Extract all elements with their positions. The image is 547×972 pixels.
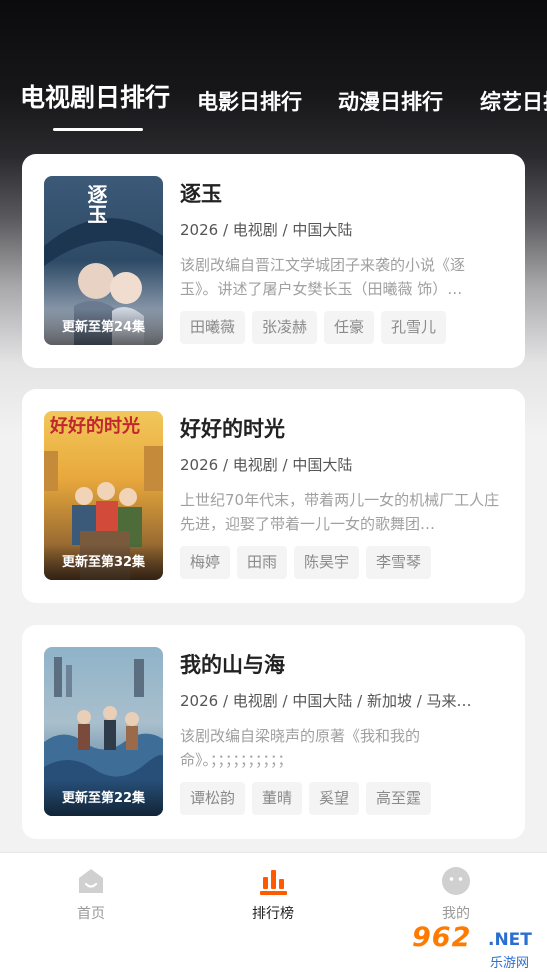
cast-tags: 梅婷 田雨 陈昊宇 李雪琴 bbox=[180, 546, 438, 579]
episode-badge: 更新至第22集 bbox=[61, 791, 146, 806]
tab-tv-daily[interactable]: 电视剧日排行 bbox=[20, 78, 170, 118]
cast-tag[interactable]: 梅婷 bbox=[180, 546, 231, 579]
drama-title[interactable]: 我的山与海 bbox=[180, 649, 285, 679]
drama-description: 该剧改编自晋江文学城团子来袭的小说《逐玉》。讲述了屠户女樊长玉（田曦薇 饰）… bbox=[180, 256, 466, 298]
nav-ranking[interactable]: 排行榜 bbox=[213, 853, 333, 933]
site-watermark: 962 .NET 乐游网 bbox=[412, 920, 547, 972]
drama-meta: 2026 / 电视剧 / 中国大陆 bbox=[180, 221, 353, 239]
home-icon bbox=[79, 869, 103, 893]
watermark-logo: 962 bbox=[412, 922, 472, 953]
drama-title[interactable]: 好好的时光 bbox=[180, 413, 285, 443]
nav-label: 首页 bbox=[77, 906, 105, 922]
poster-image: 好好的时光 更新至第32集 bbox=[44, 411, 163, 580]
episode-badge: 更新至第24集 bbox=[61, 320, 146, 335]
drama-card[interactable]: 逐玉 更新至第24集 逐玉 2026 / 电视剧 / 中国大陆 该剧改编自晋江文… bbox=[22, 154, 525, 368]
cast-tag[interactable]: 陈昊宇 bbox=[294, 546, 360, 579]
cast-tag[interactable]: 田雨 bbox=[237, 546, 288, 579]
drama-meta: 2026 / 电视剧 / 中国大陆 bbox=[180, 456, 353, 474]
tab-anime-daily[interactable]: 动漫日排行 bbox=[338, 82, 443, 122]
profile-icon bbox=[442, 867, 470, 895]
drama-card[interactable]: 好好的时光 更新至第32集 好好的时光 2026 / 电视剧 / 中国大陆 上世… bbox=[22, 389, 525, 603]
cast-tag[interactable]: 董晴 bbox=[252, 782, 303, 815]
drama-title[interactable]: 逐玉 bbox=[180, 178, 222, 208]
drama-description: 上世纪70年代末，带着两儿一女的机械厂工人庄先进，迎娶了带着一儿一女的歌舞团… bbox=[180, 491, 500, 533]
cast-tag[interactable]: 孔雪儿 bbox=[381, 311, 447, 344]
poster-title: 逐玉 bbox=[84, 184, 108, 224]
ranking-icon bbox=[260, 870, 287, 895]
cast-tag[interactable]: 谭松韵 bbox=[180, 782, 246, 815]
poster-image: 更新至第22集 bbox=[44, 647, 163, 816]
nav-label: 排行榜 bbox=[252, 906, 294, 922]
cast-tag[interactable]: 李雪琴 bbox=[366, 546, 432, 579]
ranking-tabs: 电视剧日排行 电影日排行 动漫日排行 综艺日排行 bbox=[0, 78, 547, 138]
cast-tag[interactable]: 田曦薇 bbox=[180, 311, 246, 344]
drama-description: 该剧改编自梁晓声的原著《我和我的命》。；；；；；；；；；； bbox=[180, 727, 421, 769]
watermark-subtitle: 乐游网 bbox=[490, 956, 530, 971]
watermark-domain: .NET bbox=[488, 930, 532, 950]
poster-title: 好好的时光 bbox=[50, 416, 140, 437]
tab-movie-daily[interactable]: 电影日排行 bbox=[197, 82, 302, 122]
drama-meta: 2026 / 电视剧 / 中国大陆 / 新加坡 / 马来… bbox=[180, 692, 472, 710]
cast-tags: 谭松韵 董晴 奚望 高至霆 bbox=[180, 782, 438, 815]
poster-image: 逐玉 更新至第24集 bbox=[44, 176, 163, 345]
cast-tag[interactable]: 张凌赫 bbox=[252, 311, 318, 344]
cast-tag[interactable]: 奚望 bbox=[309, 782, 360, 815]
cast-tag[interactable]: 任豪 bbox=[324, 311, 375, 344]
tab-active-indicator bbox=[53, 128, 143, 131]
episode-badge: 更新至第32集 bbox=[61, 555, 146, 570]
tab-variety-daily[interactable]: 综艺日排行 bbox=[480, 82, 547, 122]
drama-card[interactable]: 更新至第22集 我的山与海 2026 / 电视剧 / 中国大陆 / 新加坡 / … bbox=[22, 625, 525, 839]
nav-home[interactable]: 首页 bbox=[31, 853, 151, 933]
cast-tags: 田曦薇 张凌赫 任豪 孔雪儿 bbox=[180, 311, 453, 344]
cast-tag[interactable]: 高至霆 bbox=[366, 782, 432, 815]
